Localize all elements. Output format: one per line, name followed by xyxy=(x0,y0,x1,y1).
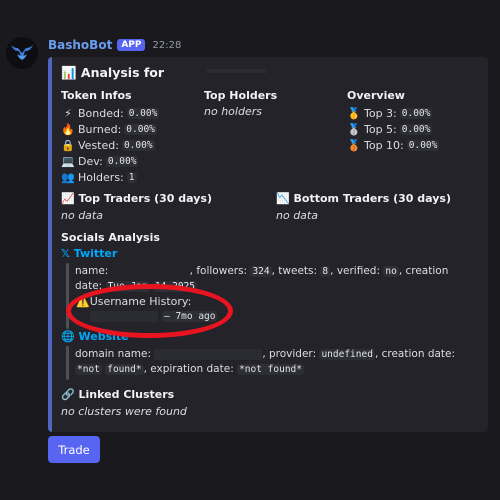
website-creation-value: *not xyxy=(75,364,102,375)
token-info-value: 1 xyxy=(126,171,137,183)
token-info-label: Vested: xyxy=(78,138,119,152)
twitter-link[interactable]: 𝕏 Twitter xyxy=(61,247,117,260)
token-info-label: Burned: xyxy=(78,122,122,136)
top-holders-text: no holders xyxy=(204,105,262,118)
twitter-quote-bar xyxy=(66,263,69,329)
token-info-label: Holders: xyxy=(78,170,124,184)
top-traders-text: no data xyxy=(61,209,103,222)
app-tag: APP xyxy=(117,39,146,51)
token-info-holders: 👥 Holders: 1 xyxy=(61,169,159,185)
twitter-verified-value: no xyxy=(383,266,399,277)
top-holders-heading: Top Holders xyxy=(204,89,278,102)
bull-logo-icon xyxy=(11,45,33,61)
overview-label: Top 5: xyxy=(364,122,397,136)
top-traders-heading: 📈 Top Traders (30 days) xyxy=(61,192,212,205)
token-infos-list: ⚡ Bonded: 0.00% 🔥 Burned: 0.00% 🔒 Vested… xyxy=(61,105,160,185)
bot-name[interactable]: BashoBot xyxy=(48,38,112,52)
twitter-verified-label: , verified: xyxy=(330,265,381,277)
socials-heading: Socials Analysis xyxy=(61,231,160,244)
overview-list: 🥇 Top 3: 0.00% 🥈 Top 5: 0.00% 🥉 Top 10: … xyxy=(347,105,440,153)
people-icon: 👥 xyxy=(61,170,75,184)
linked-clusters-heading: 🔗 Linked Clusters xyxy=(61,388,175,401)
bottom-traders-text: no data xyxy=(276,209,318,222)
linked-clusters-text: no clusters were found xyxy=(61,405,187,418)
lightning-icon: ⚡ xyxy=(64,106,72,120)
fire-icon: 🔥 xyxy=(61,122,75,136)
twitter-followers-value: 324 xyxy=(250,266,272,277)
gold-medal-icon: 🥇 xyxy=(347,106,361,120)
website-creation-value-cont: found* xyxy=(105,364,144,375)
twitter-name-label: name: xyxy=(75,265,109,277)
website-provider-value: undefined xyxy=(319,349,375,360)
token-info-value: 0.00% xyxy=(121,139,155,151)
token-info-burned: 🔥 Burned: 0.00% xyxy=(61,121,159,137)
token-info-vested: 🔒 Vested: 0.00% xyxy=(61,137,159,153)
message-header: BashoBot APP 22:28 xyxy=(48,37,181,53)
website-creation-label: , creation date: xyxy=(374,348,456,360)
overview-top10: 🥉 Top 10: 0.00% xyxy=(347,137,440,153)
token-info-value: 0.00% xyxy=(105,155,139,167)
twitter-followers-label: , followers: xyxy=(189,265,248,277)
overview-value: 0.00% xyxy=(399,107,433,119)
token-info-value: 0.00% xyxy=(124,123,157,135)
laptop-icon: 💻 xyxy=(61,154,75,168)
twitter-tweets-value: 8 xyxy=(320,266,331,277)
redacted-twitter-name xyxy=(112,266,190,277)
redacted-domain xyxy=(154,348,263,360)
token-info-label: Bonded: xyxy=(78,106,124,120)
token-info-value: 0.00% xyxy=(126,107,160,119)
overview-heading: Overview xyxy=(347,89,405,102)
lock-icon: 🔒 xyxy=(61,138,75,152)
overview-value: 0.00% xyxy=(399,123,433,135)
website-quote-bar xyxy=(66,346,69,380)
embed-title: 📊 Analysis for xyxy=(61,65,165,80)
overview-label: Top 3: xyxy=(364,106,397,120)
website-details: domain name: , provider: undefined, crea… xyxy=(75,347,477,377)
overview-top5: 🥈 Top 5: 0.00% xyxy=(347,121,439,137)
token-info-label: Dev: xyxy=(78,154,103,168)
trade-button[interactable]: Trade xyxy=(48,436,100,463)
redacted-token-name xyxy=(207,69,267,73)
website-expiration-value: *not found* xyxy=(237,364,304,375)
message-time: 22:28 xyxy=(152,39,182,51)
website-expiration-label: , expiration date: xyxy=(143,363,234,375)
overview-value: 0.00% xyxy=(406,139,440,151)
website-domain-label: domain name: xyxy=(75,348,151,360)
analysis-embed: 📊 Analysis for Token Infos ⚡ Bonded: 0.0… xyxy=(48,57,488,432)
website-provider-label: , provider: xyxy=(262,348,317,360)
token-info-dev: 💻 Dev: 0.00% xyxy=(61,153,159,169)
token-infos-heading: Token Infos xyxy=(61,89,132,102)
bot-avatar[interactable] xyxy=(6,37,38,69)
silver-medal-icon: 🥈 xyxy=(347,122,361,136)
red-highlight-circle xyxy=(66,284,233,338)
twitter-tweets-label: , tweets: xyxy=(271,265,318,277)
overview-label: Top 10: xyxy=(364,138,404,152)
token-info-bonded: ⚡ Bonded: 0.00% xyxy=(61,105,160,121)
bronze-medal-icon: 🥉 xyxy=(347,138,361,152)
overview-top3: 🥇 Top 3: 0.00% xyxy=(347,105,439,121)
bottom-traders-heading: 📉 Bottom Traders (30 days) xyxy=(276,192,451,205)
